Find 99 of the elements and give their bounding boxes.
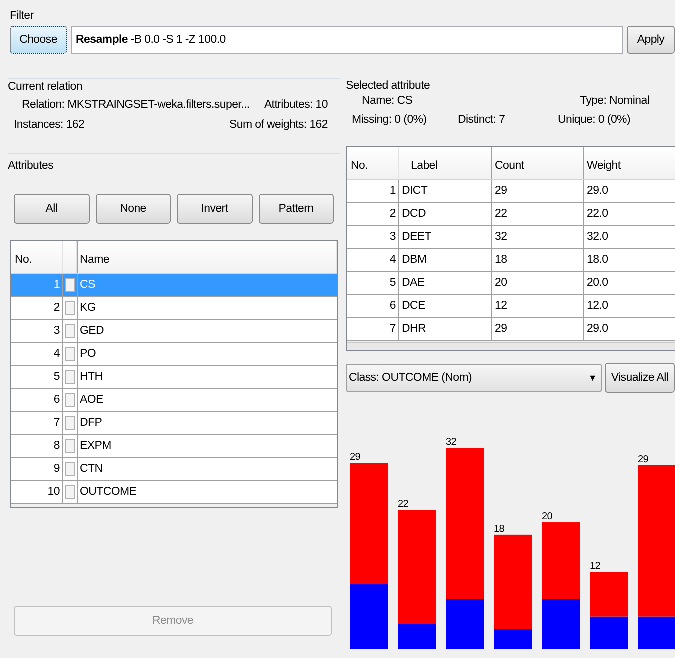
class-dropdown[interactable]: Class: OUTCOME (Nom) ▼ [346,364,602,392]
row-number: 1 [11,274,63,296]
attribute-name: EXPM [77,435,337,457]
checkbox[interactable] [65,393,75,407]
row-number: 8 [11,435,63,457]
table-cell-text: 29.0 [586,322,610,337]
checkbox[interactable] [65,324,75,338]
table-cell: 18 [492,249,584,271]
column-header[interactable]: No. [11,241,63,273]
attribute-row[interactable]: 4 PO [11,343,337,366]
attribute-name: CS [77,274,337,296]
bar-count-label: 22 [398,499,409,510]
attribute-name: CTN [77,458,337,480]
bar-count-label: 29 [638,454,649,466]
table-cell-text: 32.0 [586,230,610,245]
table-cell: DAE [399,272,492,294]
table-cell: DCD [399,203,492,225]
table-cell: 29 [492,318,584,340]
column-header[interactable]: Weight [584,147,675,179]
attribute-row[interactable]: 10 OUTCOME [11,481,337,504]
bar-count-label: 32 [446,437,457,448]
table-cell: 12 [492,295,584,317]
table-cell: 32 [492,226,584,248]
unique-text: Unique: 0 (0%) [558,113,632,128]
attribute-name: AOE [77,389,337,411]
attribute-row[interactable]: 2 KG [11,297,337,320]
checkbox[interactable] [65,462,75,476]
table-cell-text: 22.0 [586,207,610,222]
table-cell: 4 [347,249,399,271]
table-cell: 5 [347,272,399,294]
row-number: 10 [11,481,63,503]
attribute-row[interactable]: 3 GED [11,320,337,343]
attribute-name: HTH [77,366,337,388]
row-number: 7 [11,412,63,434]
type-text: Type: Nominal [579,94,651,109]
row-number: 4 [11,343,63,365]
checkbox[interactable] [65,439,75,453]
attribute-name: OUTCOME [77,481,337,503]
current-relation-title: Current relation [8,81,86,93]
attribute-name: DFP [77,412,337,434]
name-text: Name: CS [361,94,414,109]
attribute-row[interactable]: 9 CTN [11,458,337,481]
bar-count-label: 29 [350,452,361,463]
row-number: 2 [11,297,63,319]
table-cell: DEET [399,226,492,248]
bar-count-label: 18 [494,524,505,535]
attribute-row[interactable]: 7 DFP [11,412,337,435]
bar-count-label: 12 [590,561,601,572]
bar-count-label: 20 [542,512,553,523]
checkbox[interactable] [65,301,75,315]
attribute-row[interactable]: 5 HTH [11,366,337,389]
sum-of-weights-text: Sum of weights: 162 [230,118,328,133]
table-cell: 6 [347,295,399,317]
row-number: 3 [11,320,63,342]
attribute-name: PO [77,343,337,365]
checkbox[interactable] [65,370,75,384]
row-number: 9 [11,458,63,480]
checkbox[interactable] [65,416,75,430]
apply-button[interactable]: Apply [627,26,675,54]
row-number: 5 [11,366,63,388]
table-cell: DICT [399,180,492,202]
table-cell: 2 [347,203,399,225]
selection-button[interactable]: Invert [177,194,252,224]
table-cell: DBM [399,249,492,271]
attribute-row[interactable]: 6 AOE [11,389,337,412]
attribute-name: KG [77,297,337,319]
column-header[interactable]: No. [347,147,399,179]
instances-text: Instances: 162 [14,118,85,133]
attributes-count-text: Attributes: 10 [264,98,328,113]
table-cell: 7 [347,318,399,340]
attribute-name: GED [77,320,337,342]
row-number: 6 [11,389,63,411]
relation-text: Relation: MKSTRAINGSET-weka.filters.super... [21,98,250,113]
column-header[interactable]: Name [77,241,337,273]
selection-button[interactable]: None [96,194,171,224]
distinct-text: Distinct: 7 [458,113,506,128]
filter-field[interactable]: Resample -B 0.0 -S 1 -Z 100.0 [71,26,623,54]
choose-button[interactable]: Choose [10,26,67,54]
checkbox[interactable] [65,347,75,361]
table-cell: 1 [347,180,399,202]
table-cell-text: 20.0 [586,276,610,291]
missing-text: Missing: 0 (0%) [351,113,428,128]
table-cell: DCE [399,295,492,317]
table-cell: 3 [347,226,399,248]
checkbox[interactable] [65,278,75,292]
table-cell: 29 [492,180,584,202]
table-cell: 20 [492,272,584,294]
checkbox[interactable] [65,485,75,499]
table-cell-text: 18.0 [586,253,610,268]
selection-button[interactable]: Pattern [258,194,334,224]
visualize-all-button[interactable]: Visualize All [605,363,675,393]
table-cell-text: 12.0 [586,299,610,314]
table-cell: DHR [399,318,492,340]
column-header[interactable]: Label [399,147,492,179]
table-cell: 22 [492,203,584,225]
column-header[interactable]: Count [492,147,584,179]
table-cell-text: 29.0 [586,184,610,199]
attribute-row[interactable]: 8 EXPM [11,435,337,458]
selection-button[interactable]: All [14,194,90,224]
